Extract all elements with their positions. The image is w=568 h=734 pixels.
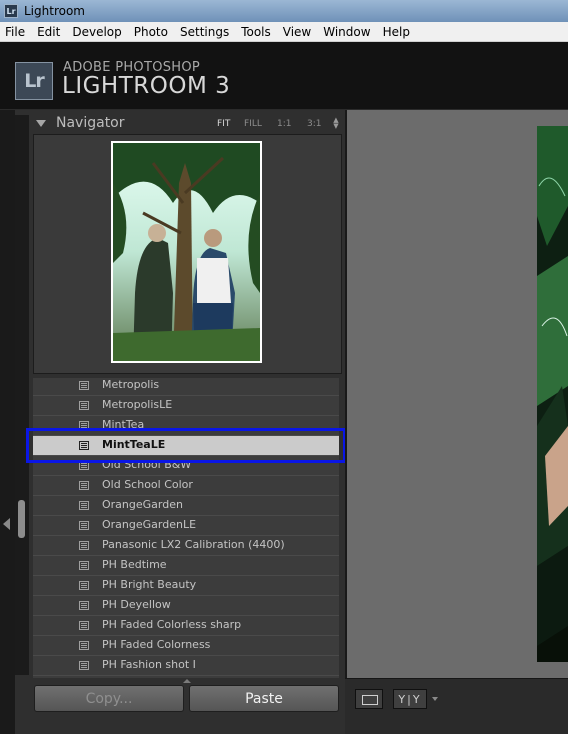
navigator-header[interactable]: Navigator FIT FILL 1:1 3:1 ▲ ▼ (30, 112, 343, 134)
preset-label: Old School Color (102, 478, 193, 491)
preset-item[interactable]: PH Fashion shot I (33, 656, 339, 676)
window-titlebar: Lr Lightroom (0, 0, 568, 22)
preset-label: PH Bright Beauty (102, 578, 197, 591)
main-photo-image (537, 126, 568, 662)
navigator-collapse-triangle[interactable] (36, 119, 46, 127)
menu-tools[interactable]: Tools (235, 22, 277, 42)
zoom-fit[interactable]: FIT (217, 119, 230, 129)
lightroom-app-icon: Lr (4, 4, 18, 18)
preset-icon (79, 401, 89, 410)
center-preview-area[interactable] (345, 110, 568, 734)
zoom-3-1[interactable]: 3:1 (307, 119, 321, 129)
menu-help[interactable]: Help (377, 22, 416, 42)
preset-label: PH Bedtime (102, 558, 167, 571)
panel-collapse-tick-icon[interactable] (183, 679, 191, 683)
zoom-fill[interactable]: FILL (244, 119, 262, 129)
lightroom-window: Lr Lightroom File Edit Develop Photo Set… (0, 0, 568, 734)
menu-develop[interactable]: Develop (66, 22, 127, 42)
preset-icon (79, 481, 89, 490)
window-title: Lightroom (24, 4, 85, 18)
preset-item[interactable]: PH Bedtime (33, 556, 339, 576)
identity-plate: Lr ADOBE PHOTOSHOP LIGHTROOM 3 (0, 42, 568, 110)
preset-icon (79, 661, 89, 670)
preset-icon (79, 641, 89, 650)
preset-item[interactable]: PH Faded Colorless sharp (33, 616, 339, 636)
preset-label: OrangeGardenLE (102, 518, 197, 531)
preset-icon (79, 601, 89, 610)
preset-item[interactable]: OrangeGardenLE (33, 516, 339, 536)
preset-item[interactable]: PH Faded Colorness (33, 636, 339, 656)
compare-view-icon[interactable]: Y|Y (393, 689, 427, 709)
preset-item[interactable]: Panasonic LX2 Calibration (4400) (33, 536, 339, 556)
preset-icon (79, 581, 89, 590)
preset-icon (79, 521, 89, 530)
preset-label: PH Deyellow (102, 598, 171, 611)
preset-item[interactable]: Old School Color (33, 476, 339, 496)
zoom-stepper-icon[interactable]: ▲ ▼ (332, 117, 340, 130)
main-photo[interactable] (537, 126, 568, 662)
menu-window[interactable]: Window (317, 22, 376, 42)
left-panel-arrow-icon[interactable] (3, 518, 10, 530)
preset-label: PH Faded Colorness (102, 638, 211, 651)
preset-item[interactable]: Metropolis (33, 378, 339, 396)
preset-label: PH Fashion shot I (102, 658, 196, 671)
presets-list: Metropolis MetropolisLE MintTea MintTeaL… (33, 378, 339, 678)
preset-label: PH Faded Colorless sharp (102, 618, 242, 631)
menu-edit[interactable]: Edit (31, 22, 66, 42)
menu-settings[interactable]: Settings (174, 22, 235, 42)
scrollbar-thumb[interactable] (18, 500, 25, 538)
navigator-thumbnail[interactable] (111, 141, 262, 363)
selection-highlight-outline (26, 428, 346, 463)
lightroom-logo: Lr (15, 62, 53, 100)
preset-item[interactable]: MetropolisLE (33, 396, 339, 416)
preset-item[interactable]: PH Bright Beauty (33, 576, 339, 596)
menu-file[interactable]: File (0, 22, 31, 42)
preset-label: MetropolisLE (102, 398, 173, 411)
preset-item[interactable]: PH Deyellow (33, 596, 339, 616)
preset-label: Panasonic LX2 Calibration (4400) (102, 538, 285, 551)
preset-icon (79, 501, 89, 510)
preset-icon (79, 621, 89, 630)
preset-label: Metropolis (102, 378, 160, 391)
menubar: File Edit Develop Photo Settings Tools V… (0, 22, 568, 42)
brand-title: LIGHTROOM 3 (62, 73, 231, 99)
preset-icon (79, 541, 89, 550)
menu-view[interactable]: View (277, 22, 317, 42)
paste-button[interactable]: Paste (189, 685, 339, 712)
preset-item[interactable]: OrangeGarden (33, 496, 339, 516)
loupe-view-icon[interactable] (355, 689, 383, 709)
menu-photo[interactable]: Photo (128, 22, 174, 42)
zoom-1-1[interactable]: 1:1 (277, 119, 291, 129)
panel-scrollbar[interactable] (15, 115, 29, 675)
preset-icon (79, 381, 89, 390)
preset-label: OrangeGarden (102, 498, 183, 511)
navigator-title: Navigator (56, 115, 125, 131)
preset-icon (79, 561, 89, 570)
view-options-arrow-icon[interactable] (432, 697, 438, 701)
left-panel-rail[interactable] (0, 110, 15, 734)
copy-button[interactable]: Copy... (34, 685, 184, 712)
navigator-photo-image (113, 143, 260, 361)
